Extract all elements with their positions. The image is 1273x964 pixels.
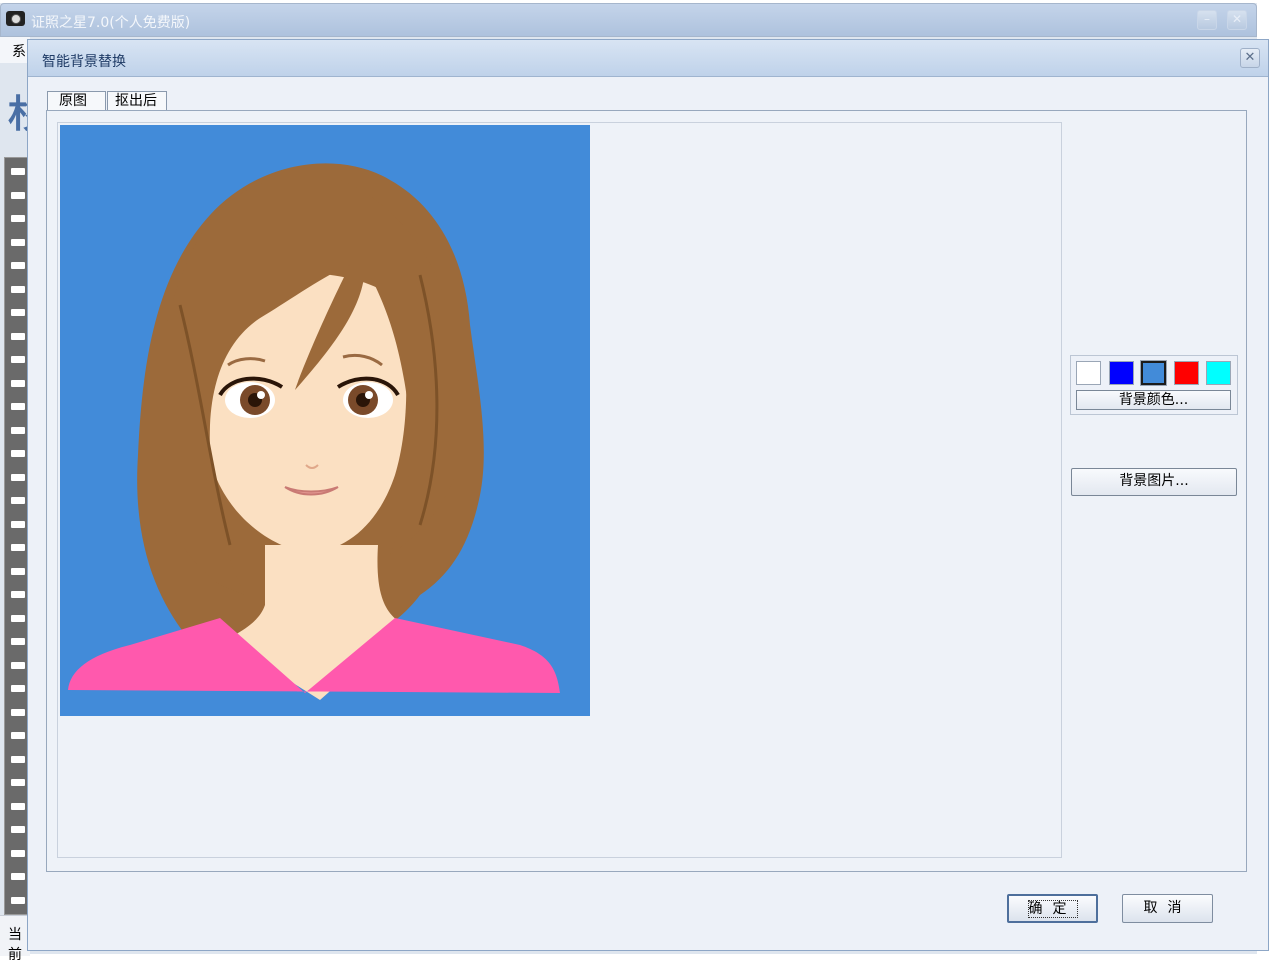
film-hole xyxy=(11,779,25,786)
cancel-button-label: 取消 xyxy=(1143,900,1192,916)
film-hole xyxy=(11,708,25,716)
film-hole xyxy=(11,873,25,880)
main-close-button[interactable]: ✕ xyxy=(1227,10,1247,30)
film-hole xyxy=(11,356,25,363)
film-hole xyxy=(11,591,25,598)
cancel-button[interactable]: 取消 xyxy=(1122,894,1213,923)
film-hole xyxy=(11,168,25,175)
swatch-blue[interactable] xyxy=(1109,361,1134,385)
film-hole xyxy=(11,262,25,269)
film-hole xyxy=(11,473,25,481)
film-hole xyxy=(11,661,25,669)
film-hole xyxy=(11,309,25,316)
film-hole xyxy=(11,826,25,833)
film-hole xyxy=(11,191,25,199)
photo-canvas[interactable] xyxy=(57,122,1062,858)
film-hole xyxy=(11,567,25,575)
film-hole xyxy=(11,379,25,387)
menu-item-system[interactable]: 系 xyxy=(12,41,26,61)
film-hole xyxy=(11,332,25,340)
minimize-button[interactable]: – xyxy=(1197,10,1217,30)
film-hole xyxy=(11,426,25,434)
close-icon[interactable]: ✕ xyxy=(1240,48,1260,68)
dialog-title: 智能背景替换 xyxy=(42,54,126,70)
background-color-button[interactable]: 背景颜色... xyxy=(1076,390,1231,410)
swatch-cyan[interactable] xyxy=(1206,361,1231,385)
film-hole xyxy=(11,802,25,810)
film-hole xyxy=(11,614,25,622)
main-statusbar: 当前 xyxy=(0,915,30,963)
film-hole xyxy=(11,238,25,246)
film-hole xyxy=(11,896,25,904)
camera-icon xyxy=(6,11,25,26)
main-title-bar: 证照之星7.0(个人免费版) – ✕ xyxy=(0,3,1257,37)
film-hole xyxy=(11,849,25,857)
main-menubar: 系 xyxy=(0,37,30,63)
film-hole xyxy=(11,450,25,457)
swatch-red[interactable] xyxy=(1174,361,1199,385)
main-window-title: 证照之星7.0(个人免费版) xyxy=(31,15,191,31)
tab-cutout[interactable]: 抠出后 xyxy=(107,91,167,111)
film-hole xyxy=(11,544,25,551)
background-replace-dialog: 智能背景替换 ✕ 原图 抠出后 背景颜色... 背景图片... 确定 取消 xyxy=(27,39,1269,951)
swatch-white[interactable] xyxy=(1076,361,1101,385)
background-image-button[interactable]: 背景图片... xyxy=(1071,468,1237,496)
film-hole xyxy=(11,403,25,410)
film-hole xyxy=(11,685,25,692)
portrait-photo xyxy=(60,125,590,716)
film-hole xyxy=(11,520,25,528)
film-hole xyxy=(11,285,25,293)
left-eye-highlight xyxy=(257,391,265,399)
tab-original[interactable]: 原图 xyxy=(47,91,106,111)
ok-button-label: 确定 xyxy=(1027,900,1078,918)
right-eye-highlight xyxy=(365,391,373,399)
ok-button[interactable]: 确定 xyxy=(1007,894,1098,923)
film-hole xyxy=(11,732,25,739)
background-color-group: 背景颜色... xyxy=(1070,355,1238,415)
film-hole xyxy=(11,215,25,222)
tab-panel: 背景颜色... 背景图片... xyxy=(46,110,1247,872)
film-hole xyxy=(11,638,25,645)
dialog-title-bar: 智能背景替换 ✕ xyxy=(28,40,1268,77)
film-hole xyxy=(11,497,25,504)
film-hole xyxy=(11,755,25,763)
swatch-light-blue[interactable] xyxy=(1140,360,1167,386)
